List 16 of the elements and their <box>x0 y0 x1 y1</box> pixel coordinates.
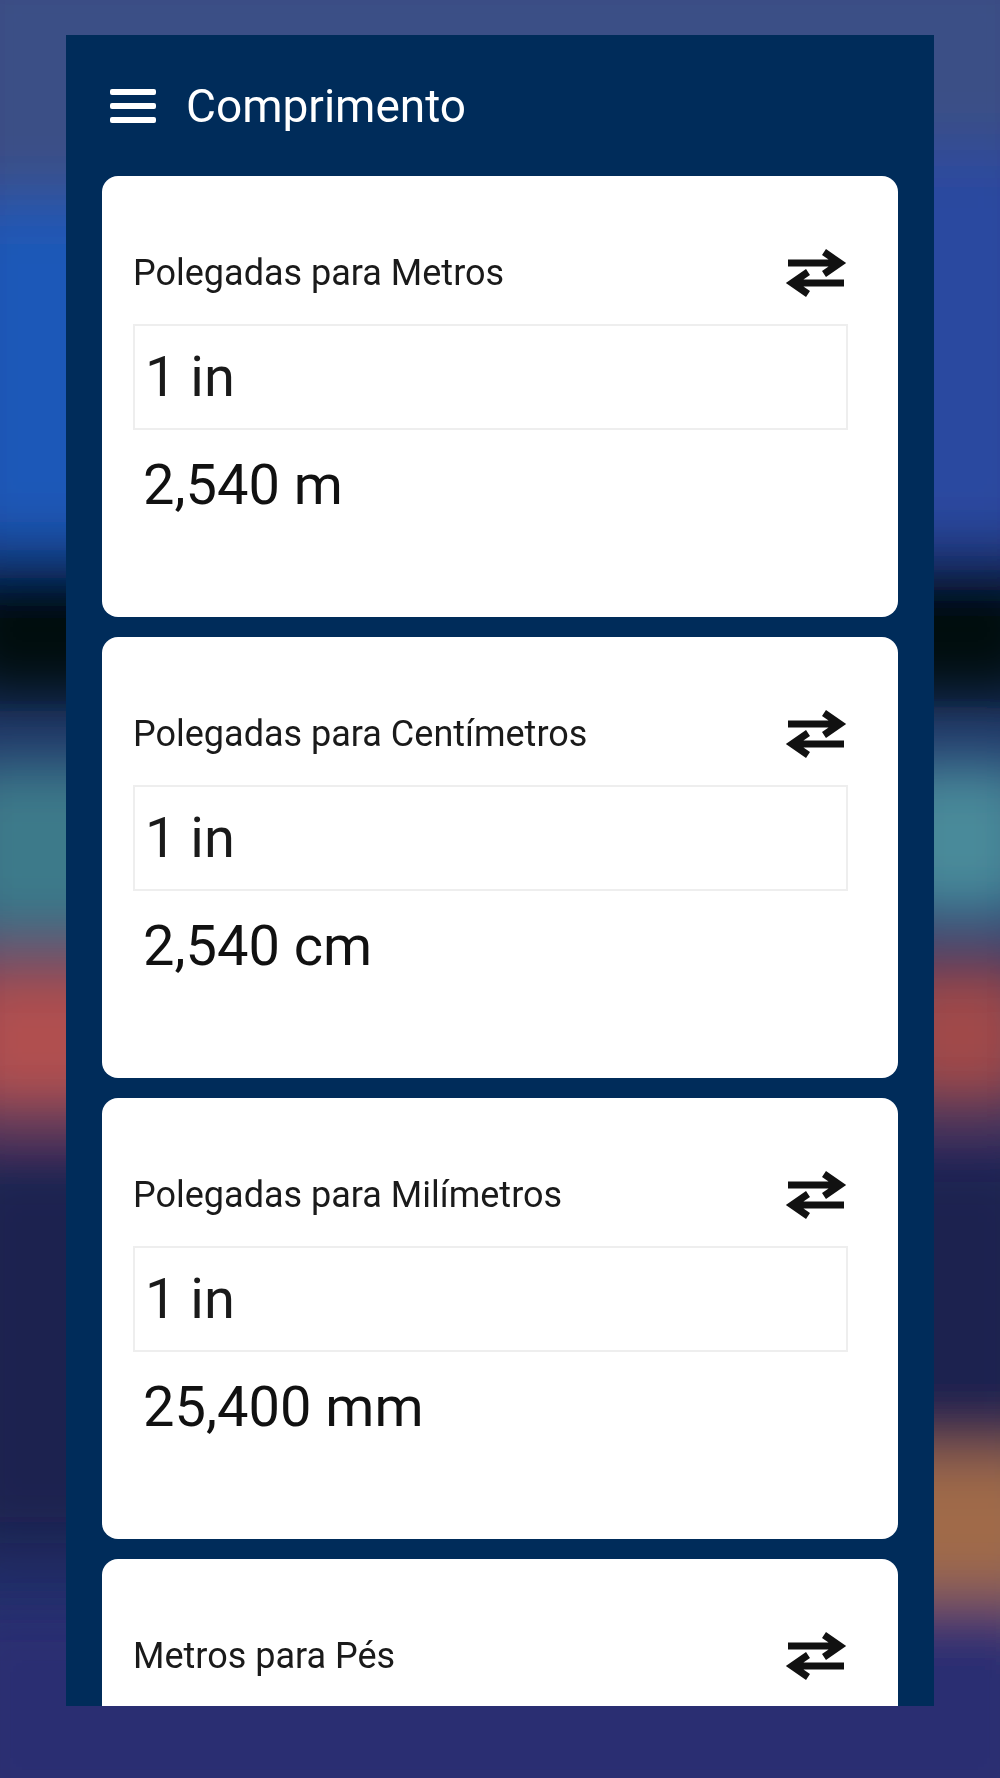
input-field[interactable]: 1 in <box>133 1246 848 1352</box>
card-title: Polegadas para Milímetros <box>133 1174 563 1216</box>
result-text: 2,540 cm <box>143 913 373 979</box>
input-field[interactable]: 1 in <box>133 785 848 891</box>
card-title: Polegadas para Centímetros <box>133 713 588 755</box>
swap-icon[interactable] <box>784 1170 848 1220</box>
card-title: Polegadas para Metros <box>133 252 505 294</box>
swap-icon[interactable] <box>784 709 848 759</box>
swap-icon[interactable] <box>784 248 848 298</box>
screen-title: Comprimento <box>186 78 467 133</box>
result-text: 25,400 mm <box>143 1374 424 1440</box>
card-title: Metros para Pés <box>133 1635 396 1677</box>
input-field[interactable]: 1 in <box>133 324 848 430</box>
menu-icon[interactable] <box>110 88 156 123</box>
swap-icon[interactable] <box>784 1631 848 1681</box>
result-text: 2,540 m <box>143 452 343 518</box>
